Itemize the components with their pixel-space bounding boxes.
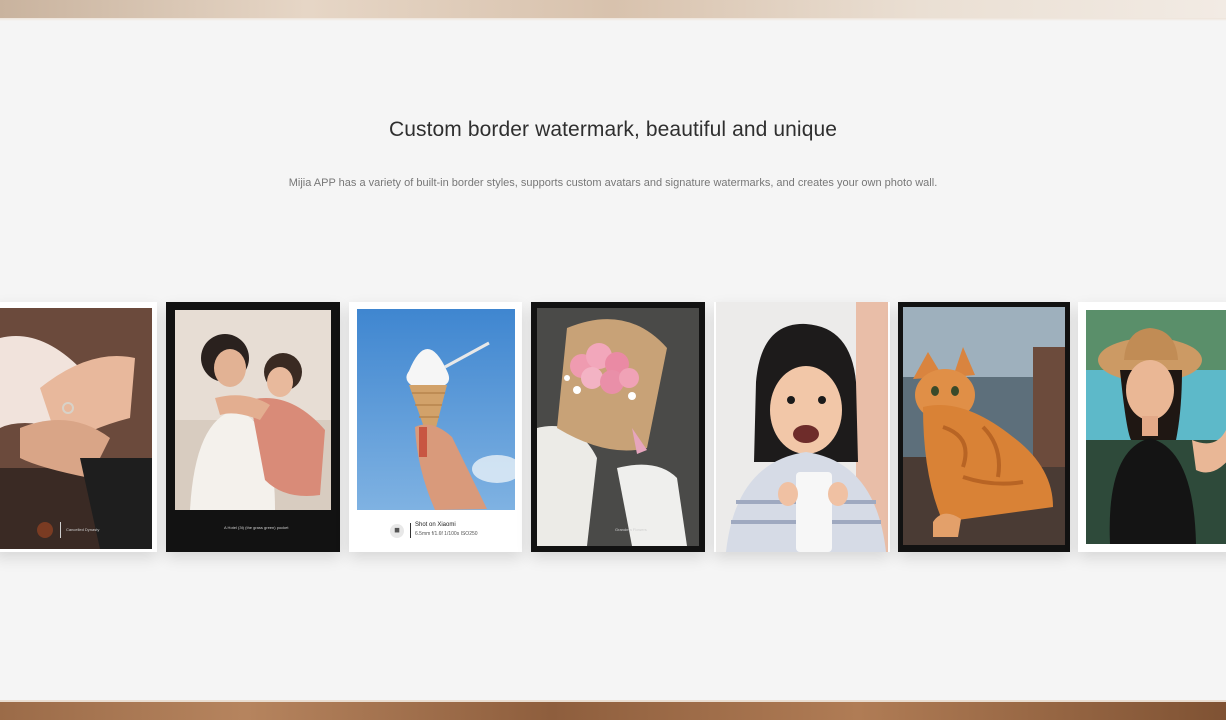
photo-ice-cream — [357, 309, 515, 510]
photo-hands — [0, 308, 152, 549]
watermark-specs: 6.5mm f/1.6f 1/100s ISO250 — [415, 531, 478, 537]
photo-card-hands: Cancelled Dynasty — [0, 302, 157, 552]
photo-caption: A Hotel (3t) (the grass green) pocket — [224, 525, 289, 530]
photo-caption: Grandma Flowers — [615, 527, 647, 532]
photo-card-child — [714, 302, 890, 552]
photo-card-ice-cream: ◼ Shot on Xiaomi 6.5mm f/1.6f 1/100s ISO… — [349, 302, 522, 552]
photo-flowers — [537, 308, 699, 546]
photo-card-mother-daughter: A Hotel (3t) (the grass green) pocket — [166, 302, 340, 552]
photo-card-cat — [898, 302, 1070, 552]
section-subtitle: Mijia APP has a variety of built-in bord… — [288, 177, 938, 189]
photo-card-flowers: Grandma Flowers — [531, 302, 705, 552]
photo-cat — [903, 307, 1065, 545]
photo-woman-hat — [1086, 310, 1226, 544]
watermark-divider — [410, 523, 411, 538]
bottom-wood-strip — [0, 700, 1226, 720]
photo-mother-daughter — [175, 310, 331, 510]
watermark-title: Shot on Xiaomi — [415, 522, 456, 528]
photo-card-woman-hat — [1078, 302, 1226, 552]
photo-child — [716, 302, 888, 552]
section-title: Custom border watermark, beautiful and u… — [388, 118, 838, 141]
top-banner-strip — [0, 0, 1226, 21]
xiaomi-logo-icon: ◼ — [390, 524, 404, 538]
photo-caption: Cancelled Dynasty — [66, 527, 100, 532]
